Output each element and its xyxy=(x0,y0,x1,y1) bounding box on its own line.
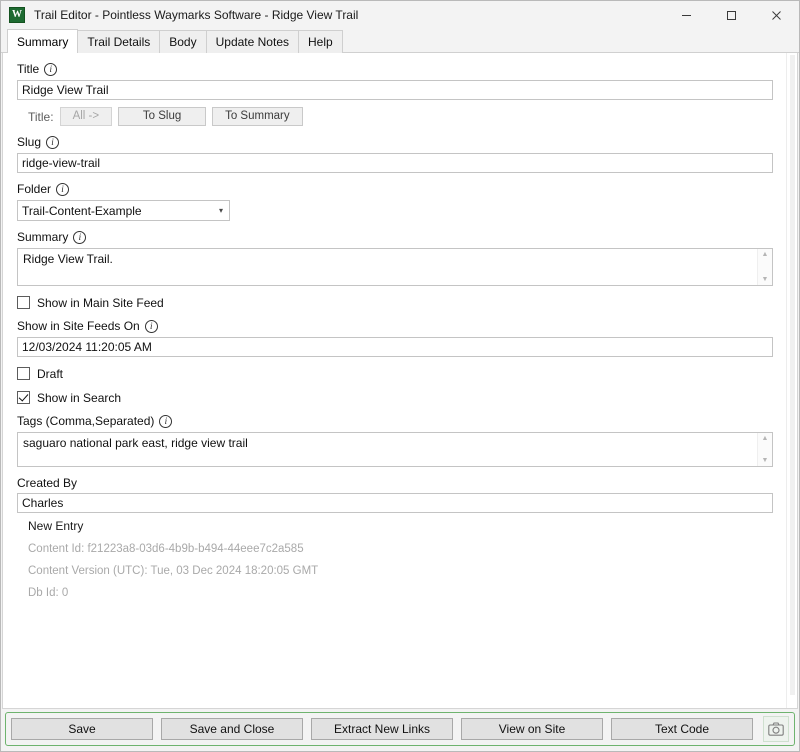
content-scrollbar[interactable] xyxy=(786,53,797,708)
waymarks-w-icon: W xyxy=(9,7,25,23)
tab-update-notes[interactable]: Update Notes xyxy=(205,30,299,53)
title-bar: W Trail Editor - Pointless Waymarks Soft… xyxy=(1,1,799,29)
tab-label: Trail Details xyxy=(87,35,151,49)
created-by-label: Created By xyxy=(17,476,78,490)
chevron-down-icon[interactable]: ▼ xyxy=(762,275,769,284)
title-helper-row: Title: All -> To Slug To Summary xyxy=(17,107,773,126)
title-helper-caption: Title: xyxy=(28,109,54,124)
title-all-button[interactable]: All -> xyxy=(59,107,113,126)
slug-label: Slug xyxy=(17,135,42,149)
title-label: Title xyxy=(17,62,40,76)
draft-label: Draft xyxy=(37,366,64,381)
tags-scrollbar[interactable]: ▲ ▼ xyxy=(757,433,772,466)
title-input[interactable] xyxy=(17,80,773,100)
bottom-toolbar: Save Save and Close Extract New Links Vi… xyxy=(1,709,799,751)
title-to-summary-button[interactable]: To Summary xyxy=(212,107,303,126)
tab-label: Body xyxy=(169,35,197,49)
chevron-up-icon[interactable]: ▲ xyxy=(762,250,769,259)
chevron-down-icon: ▾ xyxy=(218,206,223,215)
slug-label-row: Slug i xyxy=(17,135,773,150)
chevron-down-icon[interactable]: ▼ xyxy=(762,456,769,465)
trail-editor-window: W Trail Editor - Pointless Waymarks Soft… xyxy=(0,0,800,752)
tags-textarea[interactable]: saguaro national park east, ridge view t… xyxy=(17,432,773,467)
tab-help[interactable]: Help xyxy=(298,30,343,53)
close-icon[interactable] xyxy=(754,1,799,29)
title-to-slug-button[interactable]: To Slug xyxy=(118,107,207,126)
content-id-text: Content Id: f21223a8-03d6-4b9b-b494-44ee… xyxy=(28,543,304,555)
content-version-text: Content Version (UTC): Tue, 03 Dec 2024 … xyxy=(28,565,319,577)
show-in-search-checkbox[interactable] xyxy=(17,391,30,404)
show-in-site-feeds-on-group: Show in Site Feeds On i xyxy=(17,319,773,357)
info-icon[interactable]: i xyxy=(73,231,87,244)
folder-select[interactable]: Trail-Content-Example ▾ xyxy=(17,200,230,221)
draft-checkbox[interactable] xyxy=(17,367,30,380)
tags-label: Tags (Comma,Separated) xyxy=(17,414,155,428)
camera-icon[interactable] xyxy=(763,716,789,742)
tags-textarea-value: saguaro national park east, ridge view t… xyxy=(23,436,248,450)
summary-scrollbar[interactable]: ▲ ▼ xyxy=(757,249,772,285)
extract-new-links-button[interactable]: Extract New Links xyxy=(311,718,453,740)
save-and-close-button[interactable]: Save and Close xyxy=(161,718,303,740)
tab-label: Update Notes xyxy=(215,35,289,49)
save-button[interactable]: Save xyxy=(11,718,153,740)
created-by-group: Created By xyxy=(17,476,773,513)
form-content: Title i Title: All -> To Slug To Summary… xyxy=(3,53,786,708)
show-in-main-site-feed-checkbox[interactable] xyxy=(17,296,30,309)
title-field-group: Title i xyxy=(17,62,773,100)
text-code-button[interactable]: Text Code xyxy=(611,718,753,740)
minimize-icon[interactable] xyxy=(664,1,709,29)
created-by-input[interactable] xyxy=(17,493,773,513)
summary-label-row: Summary i xyxy=(17,230,773,245)
summary-textarea[interactable]: Ridge View Trail. ▲ ▼ xyxy=(17,248,773,286)
info-icon[interactable]: i xyxy=(56,183,70,196)
maximize-icon[interactable] xyxy=(709,1,754,29)
info-icon[interactable]: i xyxy=(144,320,158,333)
tags-field-group: Tags (Comma,Separated) i saguaro nationa… xyxy=(17,414,773,467)
show-in-search-label: Show in Search xyxy=(37,390,122,405)
window-title: Trail Editor - Pointless Waymarks Softwa… xyxy=(34,8,359,22)
db-id-text: Db Id: 0 xyxy=(28,587,69,599)
title-label-row: Title i xyxy=(17,62,773,77)
entry-status: New Entry xyxy=(28,519,84,533)
info-icon[interactable]: i xyxy=(44,63,58,76)
tab-label: Summary xyxy=(17,34,69,49)
tab-strip: Summary Trail Details Body Update Notes … xyxy=(1,29,799,53)
folder-label-row: Folder i xyxy=(17,182,773,197)
tab-label: Help xyxy=(308,35,333,49)
draft-row[interactable]: Draft xyxy=(17,366,773,381)
info-icon[interactable]: i xyxy=(159,415,173,428)
tab-summary[interactable]: Summary xyxy=(7,29,79,53)
window-controls xyxy=(664,1,799,29)
tab-body[interactable]: Body xyxy=(159,30,207,53)
folder-selected-value: Trail-Content-Example xyxy=(22,203,142,218)
view-on-site-button[interactable]: View on Site xyxy=(461,718,603,740)
show-in-site-feeds-on-label: Show in Site Feeds On xyxy=(17,319,140,333)
show-in-main-site-feed-row[interactable]: Show in Main Site Feed xyxy=(17,295,773,310)
summary-tab-panel: Title i Title: All -> To Slug To Summary… xyxy=(2,53,798,709)
summary-label: Summary xyxy=(17,230,69,244)
show-in-site-feeds-on-input[interactable] xyxy=(17,337,773,357)
slug-field-group: Slug i xyxy=(17,135,773,173)
info-icon[interactable]: i xyxy=(46,136,60,149)
summary-textarea-value: Ridge View Trail. xyxy=(23,252,113,266)
folder-field-group: Folder i Trail-Content-Example ▾ xyxy=(17,182,773,221)
toolbar-inner: Save Save and Close Extract New Links Vi… xyxy=(5,712,795,746)
content-scrollbar-thumb[interactable] xyxy=(790,55,795,695)
folder-label: Folder xyxy=(17,182,52,196)
chevron-up-icon[interactable]: ▲ xyxy=(762,434,769,443)
show-in-main-site-feed-label: Show in Main Site Feed xyxy=(37,295,164,310)
show-in-site-feeds-on-label-row: Show in Site Feeds On i xyxy=(17,319,773,334)
slug-input[interactable] xyxy=(17,153,773,173)
summary-field-group: Summary i Ridge View Trail. ▲ ▼ xyxy=(17,230,773,286)
tags-label-row: Tags (Comma,Separated) i xyxy=(17,414,773,429)
tab-trail-details[interactable]: Trail Details xyxy=(77,30,161,53)
show-in-search-row[interactable]: Show in Search xyxy=(17,390,773,405)
